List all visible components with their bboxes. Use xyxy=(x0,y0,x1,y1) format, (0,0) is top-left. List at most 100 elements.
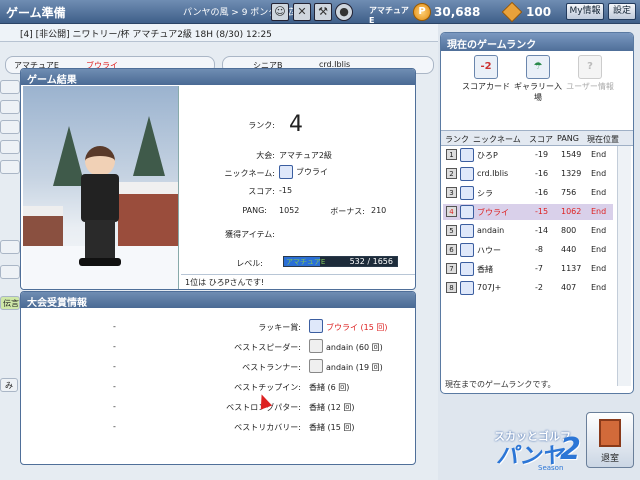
club-icon[interactable]: ⚒ xyxy=(314,3,332,21)
bonus-label: ボーナス: xyxy=(330,207,365,216)
ranking-toolbar: -2 スコアカード ☂ ギャラリー入場 ? ユーザー情報 xyxy=(441,53,633,129)
ranking-row[interactable]: 2 crd.Iblis -16 1329 End xyxy=(443,166,613,182)
side-tab[interactable] xyxy=(0,240,20,254)
ranking-position: 1 xyxy=(446,149,457,160)
result-header: ゲーム結果 xyxy=(21,69,415,86)
ranking-name: シラ xyxy=(477,189,493,198)
ranking-row[interactable]: 1 ひろP -19 1549 End xyxy=(443,147,613,163)
award-winner: andain (60 回) xyxy=(309,338,383,353)
my-tab[interactable]: み xyxy=(0,378,18,392)
ranking-score: -14 xyxy=(535,226,549,235)
avatar xyxy=(460,186,474,200)
bonus-value: 210 xyxy=(371,206,387,215)
ranking-pang: 1329 xyxy=(561,169,582,178)
award-winner: ブウライ (15 回) xyxy=(309,318,388,333)
screen-title: ゲーム準備 xyxy=(6,6,66,20)
award-previous: - xyxy=(113,342,116,351)
ranking-score: -7 xyxy=(535,264,543,273)
award-row: - ベストランナー: andain (19 回) xyxy=(21,358,415,378)
ranking-scrollbar[interactable] xyxy=(617,146,631,386)
avatar xyxy=(460,205,474,219)
award-winner-text: andain (19 回) xyxy=(326,363,383,372)
ranking-row[interactable]: 3 シラ -16 756 End xyxy=(443,185,613,201)
side-tab[interactable] xyxy=(0,140,20,154)
award-row: - ラッキー賞: ブウライ (15 回) xyxy=(21,318,415,338)
side-tab[interactable] xyxy=(0,265,20,279)
avatar xyxy=(460,224,474,238)
scorecard-icon: -2 xyxy=(474,55,498,79)
side-tab[interactable] xyxy=(0,80,20,94)
userinfo-icon: ? xyxy=(578,55,602,79)
level-progress-text: 532 / 1656 xyxy=(349,257,393,266)
avatar xyxy=(460,262,474,276)
pang-label: PANG: xyxy=(242,206,267,215)
award-winner: andain (19 回) xyxy=(309,358,383,373)
ranking-row[interactable]: 5 andain -14 800 End xyxy=(443,223,613,239)
award-winner-text: 香緒 (12 回) xyxy=(309,403,355,412)
chat-tab[interactable]: 伝言 xyxy=(0,296,20,310)
pang-value: 1052 xyxy=(279,206,300,215)
myinfo-button[interactable]: My情報 xyxy=(566,3,604,20)
settings-button[interactable]: 設定 xyxy=(608,3,636,20)
ranking-row[interactable]: 6 ハウー -8 440 End xyxy=(443,242,613,258)
current-ranking-panel: 現在のゲームランク -2 スコアカード ☂ ギャラリー入場 ? ユーザー情報 ラ… xyxy=(440,32,634,394)
ranking-pang: 440 xyxy=(561,245,577,254)
side-tab[interactable] xyxy=(0,120,20,134)
award-winner-text: 香緒 (15 回) xyxy=(309,423,355,432)
ranking-score: -15 xyxy=(535,207,549,216)
ranking-name: ひろP xyxy=(477,151,498,160)
ranking-position-status: End xyxy=(591,283,607,292)
award-name: ベストスピーダー: xyxy=(234,343,301,352)
award-winner-text: ブウライ (15 回) xyxy=(326,323,388,332)
userinfo-button[interactable]: ? ユーザー情報 xyxy=(563,55,617,92)
pang-coin-icon: P xyxy=(413,3,431,21)
avatar xyxy=(309,318,323,333)
ranking-position: 8 xyxy=(446,282,457,293)
ranking-name: crd.Iblis xyxy=(477,169,509,178)
ranking-score: -16 xyxy=(535,188,549,197)
ranking-header: 現在のゲームランク xyxy=(441,33,633,51)
rank-badge: アマチュアE xyxy=(369,6,409,25)
ranking-row[interactable]: 8 707J+ -2 407 End xyxy=(443,280,613,296)
ranking-position: 7 xyxy=(446,263,457,274)
gallery-button[interactable]: ☂ ギャラリー入場 xyxy=(511,55,565,103)
award-winner-text: andain (60 回) xyxy=(326,343,383,352)
scorecard-button[interactable]: -2 スコアカード xyxy=(459,55,513,92)
ranking-position: 6 xyxy=(446,244,457,255)
rank-label: ランク: xyxy=(248,121,275,130)
avatar-icon[interactable]: ☺ xyxy=(271,3,289,21)
ranking-row[interactable]: 7 香緒 -7 1137 End xyxy=(443,261,613,277)
award-winner: 香緒 (6 回) xyxy=(309,382,349,393)
ranking-score: -2 xyxy=(535,283,543,292)
level-name: アマチュアE xyxy=(286,258,326,266)
award-row: - ベストロングパター: 香緒 (12 回) xyxy=(21,398,415,418)
ranking-position-status: End xyxy=(591,264,607,273)
room-info-bar: [4] [非公開] ニワトリー/杯 アマチュア2級 18H (8/30) 12:… xyxy=(0,24,438,42)
award-previous: - xyxy=(113,362,116,371)
door-icon xyxy=(599,419,621,447)
ball-icon[interactable]: ● xyxy=(335,3,353,21)
exit-room-button[interactable]: 退室 xyxy=(586,412,634,468)
side-tab[interactable] xyxy=(0,160,20,174)
award-previous: - xyxy=(113,382,116,391)
avatar xyxy=(279,165,293,179)
ranking-row[interactable]: 4 ブウライ -15 1062 End xyxy=(443,204,613,220)
award-name: ベストリカバリー: xyxy=(234,423,301,432)
ranking-position-status: End xyxy=(591,207,607,216)
character-portrait xyxy=(23,86,179,289)
ranking-position-status: End xyxy=(591,169,607,178)
avatar xyxy=(309,358,323,373)
score-label: スコア: xyxy=(248,187,275,196)
tournament-label: 大会: xyxy=(256,151,275,160)
close-icon[interactable]: ✕ xyxy=(293,3,311,21)
side-tab[interactable] xyxy=(0,100,20,114)
score-value: -15 xyxy=(279,186,293,195)
award-name: ベストランナー: xyxy=(242,363,301,372)
game-logo: スカッとゴルフ パンヤ 2 Season xyxy=(494,430,581,472)
avatar xyxy=(460,148,474,162)
ranking-name: 香緒 xyxy=(477,265,493,274)
items-label: 獲得アイテム: xyxy=(225,230,275,239)
award-previous: - xyxy=(113,402,116,411)
ranking-position-status: End xyxy=(591,226,607,235)
ranking-position: 5 xyxy=(446,225,457,236)
